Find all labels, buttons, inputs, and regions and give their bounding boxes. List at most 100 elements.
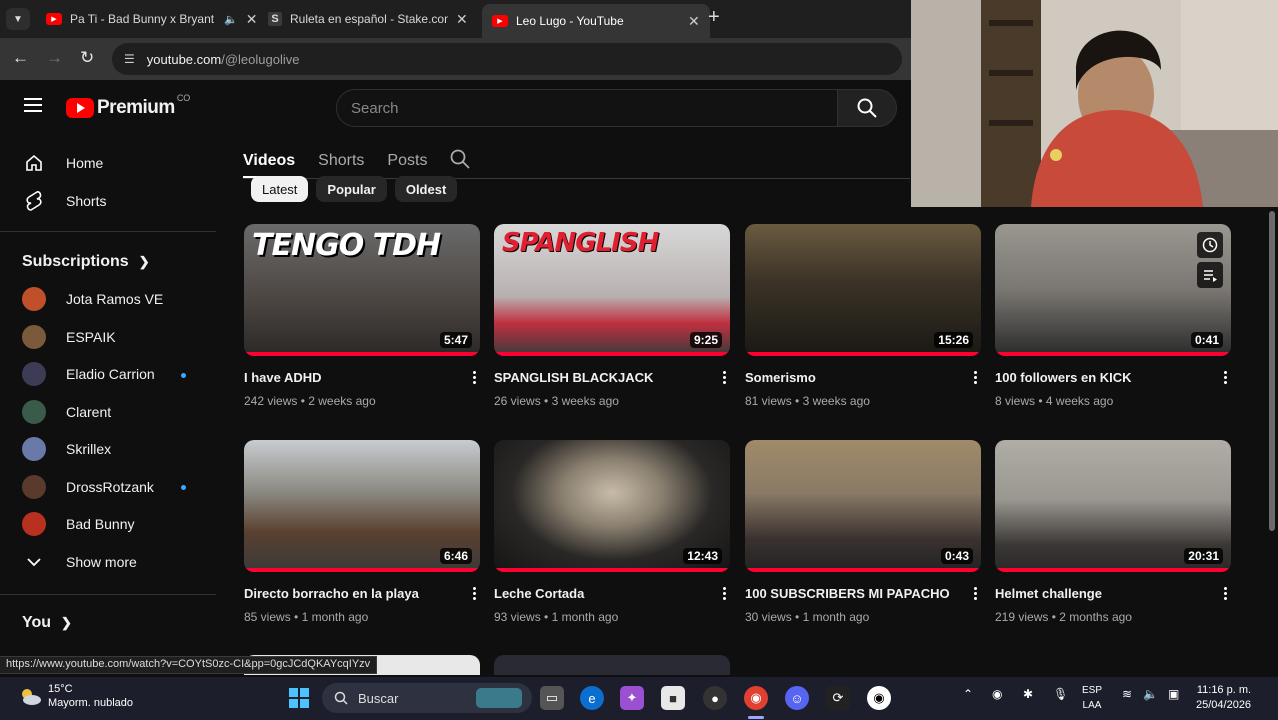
show-more-button[interactable]: Show more: [0, 543, 216, 580]
more-actions-icon[interactable]: [974, 370, 977, 385]
tab-posts[interactable]: Posts: [387, 152, 427, 170]
scrollbar-thumb[interactable]: [1269, 211, 1275, 531]
obs-icon[interactable]: ◉: [867, 686, 891, 710]
url-field[interactable]: ☰ youtube.com/@leolugolive: [112, 43, 902, 75]
video-thumbnail[interactable]: 12:43: [494, 440, 730, 572]
video-thumbnail[interactable]: 0:41: [995, 224, 1231, 356]
tab-leo-lugo[interactable]: ▶ Leo Lugo - YouTube ✕: [482, 4, 710, 38]
video-card[interactable]: 15:26 Somerismo 81 views • 3 weeks ago: [745, 224, 981, 408]
sidebar-subscription[interactable]: Skrillex: [0, 430, 216, 467]
tab-pa-ti[interactable]: ▶ Pa Ti - Bad Bunny x Bryant M 🔈 ✕: [36, 4, 267, 34]
sidebar-subscription[interactable]: ESPAIK: [0, 318, 216, 355]
video-card[interactable]: 0:41 100 followers en KICK 8 views • 4 w…: [995, 224, 1231, 408]
bluetooth-icon[interactable]: ✱: [1023, 687, 1033, 701]
video-thumbnail[interactable]: 0:43: [745, 440, 981, 572]
video-card[interactable]: TENGO TDH 5:47 I have ADHD 242 views • 2…: [244, 224, 480, 408]
video-duration: 0:41: [1190, 332, 1223, 348]
search-highlight-icon[interactable]: [476, 688, 522, 708]
video-title[interactable]: SPANGLISH BLACKJACK: [494, 370, 730, 385]
screen: ▼ ▶ Pa Ti - Bad Bunny x Bryant M 🔈 ✕ S R…: [0, 0, 1278, 720]
wifi-icon[interactable]: ≋: [1122, 687, 1132, 701]
back-icon[interactable]: ←: [12, 48, 29, 68]
more-actions-icon[interactable]: [723, 586, 726, 601]
menu-icon[interactable]: [24, 98, 42, 116]
sidebar-subscription[interactable]: Clarent: [0, 393, 216, 430]
microphone-icon[interactable]: 🎙: [1053, 687, 1068, 701]
video-thumbnail[interactable]: 20:31: [995, 440, 1231, 572]
speaker-icon[interactable]: 🔈: [224, 13, 238, 26]
tray-app-icon[interactable]: ◉: [992, 687, 1002, 701]
video-age: 3 weeks ago: [551, 394, 619, 408]
app-icon[interactable]: ⟳: [826, 686, 850, 710]
chip-oldest[interactable]: Oldest: [394, 176, 458, 202]
system-clock[interactable]: 11:16 p. m. 25/04/2026: [1196, 683, 1251, 713]
battery-icon[interactable]: ▣: [1168, 687, 1179, 701]
search-button[interactable]: [837, 89, 897, 127]
video-thumbnail[interactable]: SPANGLISH 9:25: [494, 224, 730, 356]
subscriptions-heading[interactable]: Subscriptions ❯: [22, 253, 150, 271]
more-actions-icon[interactable]: [723, 370, 726, 385]
close-tab-icon[interactable]: ✕: [456, 11, 468, 28]
forward-icon[interactable]: →: [46, 48, 63, 68]
more-actions-icon[interactable]: [473, 370, 476, 385]
video-thumbnail-partial[interactable]: [494, 655, 730, 675]
more-actions-icon[interactable]: [974, 586, 977, 601]
add-to-queue-icon[interactable]: [1197, 262, 1223, 288]
watch-progress-bar: [494, 352, 730, 356]
task-view-icon[interactable]: ▭: [540, 686, 564, 710]
more-actions-icon[interactable]: [1224, 370, 1227, 385]
copilot-icon[interactable]: ✦: [620, 686, 644, 710]
close-tab-icon[interactable]: ✕: [246, 11, 258, 28]
video-thumbnail[interactable]: TENGO TDH 5:47: [244, 224, 480, 356]
volume-icon[interactable]: 🔈: [1143, 687, 1158, 701]
store-icon[interactable]: ■: [661, 686, 685, 710]
chrome-icon[interactable]: ◉: [744, 686, 768, 710]
watch-later-icon[interactable]: [1197, 232, 1223, 258]
app-icon[interactable]: ●: [703, 686, 727, 710]
youtube-premium-logo[interactable]: Premium CO: [66, 93, 190, 119]
video-title[interactable]: 100 followers en KICK: [995, 370, 1231, 385]
sidebar-item-shorts[interactable]: Shorts: [0, 182, 216, 220]
video-meta: 30 views • 1 month ago: [745, 610, 870, 624]
video-title[interactable]: Somerismo: [745, 370, 981, 385]
video-title[interactable]: I have ADHD: [244, 370, 480, 385]
you-heading[interactable]: You ❯: [22, 614, 72, 632]
site-settings-icon[interactable]: ☰: [124, 52, 135, 66]
windows-start-icon[interactable]: [287, 686, 311, 710]
video-title[interactable]: Leche Cortada: [494, 586, 730, 601]
input-language[interactable]: ESP LAA: [1082, 683, 1102, 713]
discord-icon[interactable]: ☺: [785, 686, 809, 710]
tab-videos[interactable]: Videos: [243, 152, 295, 170]
weather-widget[interactable]: 15°C Mayorm. nublado: [18, 682, 133, 710]
channel-search-icon[interactable]: [450, 149, 471, 174]
search-input[interactable]: [351, 99, 837, 117]
video-card[interactable]: SPANGLISH 9:25 SPANGLISH BLACKJACK 26 vi…: [494, 224, 730, 408]
tab-stake[interactable]: S Ruleta en español - Stake.com ✕: [258, 4, 478, 34]
you-label: You: [22, 614, 52, 631]
video-card[interactable]: 12:43 Leche Cortada 93 views • 1 month a…: [494, 440, 730, 624]
more-actions-icon[interactable]: [1224, 586, 1227, 601]
tab-search-menu-button[interactable]: ▼: [6, 8, 30, 30]
video-card[interactable]: 20:31 Helmet challenge 219 views • 2 mon…: [995, 440, 1231, 624]
sidebar-subscription[interactable]: Jota Ramos VE: [0, 280, 216, 317]
video-title[interactable]: Helmet challenge: [995, 586, 1231, 601]
more-actions-icon[interactable]: [473, 586, 476, 601]
video-thumbnail[interactable]: 6:46: [244, 440, 480, 572]
video-title[interactable]: Directo borracho en la playa: [244, 586, 480, 601]
show-hidden-icons-icon[interactable]: ⌃: [963, 687, 973, 701]
close-tab-icon[interactable]: ✕: [688, 13, 700, 30]
chip-popular[interactable]: Popular: [316, 176, 387, 202]
video-thumbnail[interactable]: 15:26: [745, 224, 981, 356]
video-card[interactable]: 0:43 100 SUBSCRIBERS MI PAPACHO 30 views…: [745, 440, 981, 624]
new-tab-icon[interactable]: +: [708, 6, 720, 29]
video-title[interactable]: 100 SUBSCRIBERS MI PAPACHO: [745, 586, 981, 601]
sidebar-subscription[interactable]: Bad Bunny: [0, 505, 216, 542]
chip-latest[interactable]: Latest: [251, 176, 309, 202]
page-scrollbar[interactable]: [1266, 207, 1278, 677]
edge-browser-icon[interactable]: e: [580, 686, 604, 710]
video-card[interactable]: 6:46 Directo borracho en la playa 85 vie…: [244, 440, 480, 624]
reload-icon[interactable]: ↻: [80, 48, 94, 68]
tab-shorts[interactable]: Shorts: [318, 152, 364, 170]
sidebar-item-home[interactable]: Home: [0, 144, 216, 182]
channel-tabs: Videos Shorts Posts: [243, 144, 471, 178]
